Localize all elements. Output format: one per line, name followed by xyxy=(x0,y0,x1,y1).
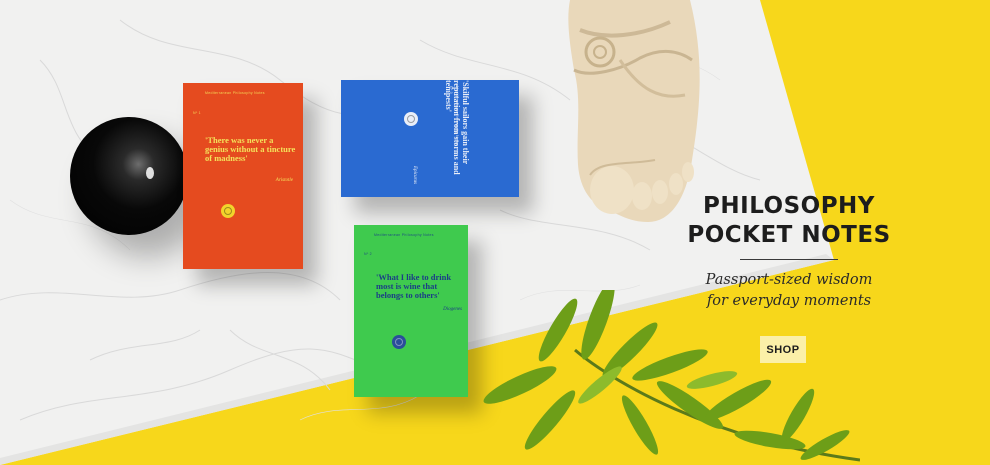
notebook-red: Mediterranean Philosophy Notes Nº 1 'The… xyxy=(183,83,303,269)
notebook-green-number: Nº 2 xyxy=(364,252,372,256)
headline-line-1: PHILOSOPHY xyxy=(703,193,875,219)
notebook-red-series: Mediterranean Philosophy Notes xyxy=(205,91,265,95)
notebook-red-seal-icon xyxy=(221,204,235,218)
notebook-blue-quote: 'Skilful sailors gain their reputation f… xyxy=(444,80,470,175)
notebook-green-series: Mediterranean Philosophy Notes xyxy=(374,233,434,237)
headline: PHILOSOPHY POCKET NOTES xyxy=(684,192,894,250)
hero-banner: Mediterranean Philosophy Notes Nº 1 'The… xyxy=(0,0,990,465)
notebook-green-quote: 'What I like to drink most is wine that … xyxy=(376,272,452,300)
subtitle-line-1: Passport-sized wisdom xyxy=(705,272,873,288)
notebook-green: Mediterranean Philosophy Notes Nº 2 'Wha… xyxy=(354,225,468,397)
sphere-highlight xyxy=(146,167,154,179)
notebook-red-author: Aristotle xyxy=(275,178,293,183)
notebook-red-quote: 'There was never a genius without a tinc… xyxy=(205,135,296,163)
notebook-blue-seal-icon xyxy=(404,112,418,126)
headline-line-2: POCKET NOTES xyxy=(687,222,891,248)
black-sphere xyxy=(70,117,188,235)
notebook-green-author: Diogenes xyxy=(443,307,462,312)
olive-branch xyxy=(483,290,860,462)
notebook-blue: Mediterranean Philosophy Notes Nº 3 'Ski… xyxy=(341,80,519,197)
notebook-green-seal-icon xyxy=(392,335,406,349)
notebook-red-number: Nº 1 xyxy=(193,111,201,115)
headline-divider xyxy=(740,259,838,260)
subtitle: Passport-sized wisdom for everyday momen… xyxy=(684,270,894,312)
notebook-blue-author: Epicurus xyxy=(412,165,417,184)
shop-button[interactable]: SHOP xyxy=(760,336,806,363)
subtitle-line-2: for everyday moments xyxy=(706,293,872,309)
